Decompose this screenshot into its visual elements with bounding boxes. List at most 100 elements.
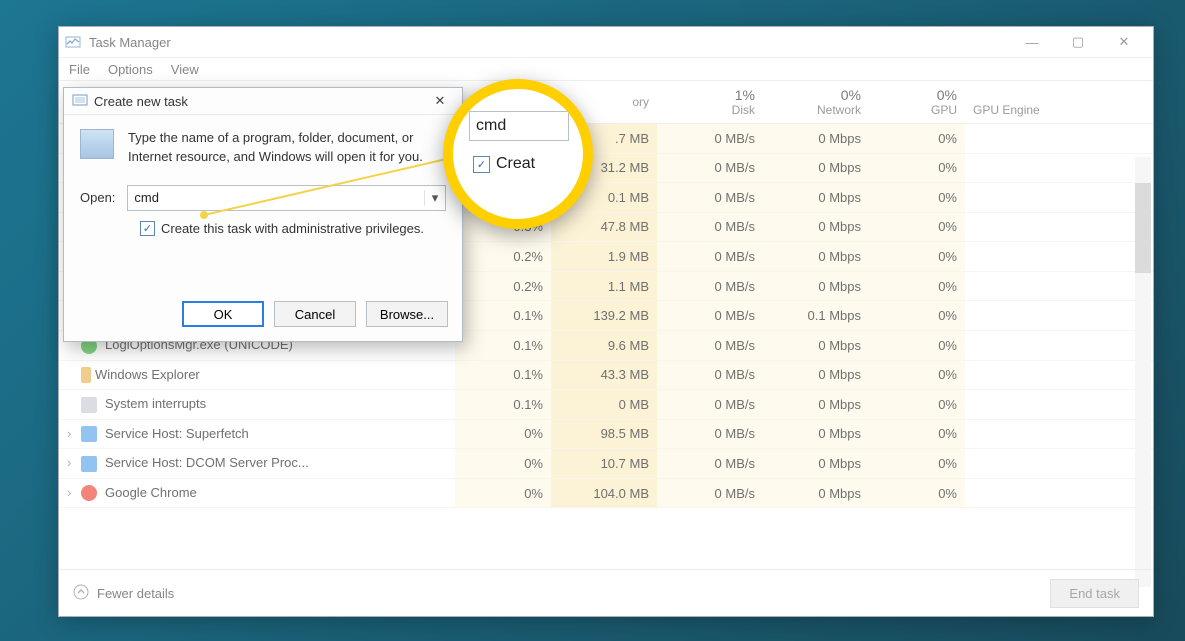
dialog-instruction-text: Type the name of a program, folder, docu… bbox=[128, 129, 446, 167]
process-name-cell[interactable]: ›Service Host: Superfetch bbox=[59, 419, 455, 449]
cell-mem: 104.0 MB bbox=[551, 478, 657, 508]
process-name-cell[interactable]: Windows Explorer bbox=[59, 360, 455, 390]
menu-file[interactable]: File bbox=[69, 62, 90, 77]
cell-cpu: 0.1% bbox=[455, 360, 551, 390]
cell-disk: 0 MB/s bbox=[657, 419, 763, 449]
table-row[interactable]: System interrupts0.1%0 MB0 MB/s0 Mbps0% bbox=[59, 390, 1153, 420]
cell-net: 0 Mbps bbox=[763, 330, 869, 360]
footer: Fewer details End task bbox=[59, 569, 1153, 616]
cell-mem: 47.8 MB bbox=[551, 212, 657, 242]
cell-gpu-engine bbox=[965, 419, 1153, 449]
close-button[interactable]: ✕ bbox=[1101, 27, 1147, 57]
maximize-button[interactable]: ▢ bbox=[1055, 27, 1101, 57]
task-manager-icon bbox=[65, 34, 81, 50]
cell-gpu-engine bbox=[965, 153, 1153, 183]
browse-button[interactable]: Browse... bbox=[366, 301, 448, 327]
menu-options[interactable]: Options bbox=[108, 62, 153, 77]
process-icon bbox=[81, 456, 97, 472]
cell-mem: 1.1 MB bbox=[551, 271, 657, 301]
cell-mem: 98.5 MB bbox=[551, 419, 657, 449]
process-name-cell[interactable]: › Service Host: DCOM Server Proc... bbox=[59, 449, 455, 479]
cell-cpu: 0.1% bbox=[455, 301, 551, 331]
expand-chevron-icon[interactable]: › bbox=[67, 455, 77, 470]
cell-disk: 0 MB/s bbox=[657, 390, 763, 420]
process-name-label: System interrupts bbox=[105, 396, 206, 411]
cell-gpu: 0% bbox=[869, 183, 965, 213]
cell-disk: 0 MB/s bbox=[657, 301, 763, 331]
cell-gpu: 0% bbox=[869, 330, 965, 360]
cell-mem: 43.3 MB bbox=[551, 360, 657, 390]
expand-chevron-icon[interactable]: › bbox=[67, 485, 77, 500]
chevron-up-icon bbox=[73, 584, 89, 603]
col-network[interactable]: 0%Network bbox=[763, 81, 869, 124]
cell-cpu: 0% bbox=[455, 419, 551, 449]
titlebar[interactable]: Task Manager ― ▢ ✕ bbox=[59, 27, 1153, 58]
cell-cpu: 0.2% bbox=[455, 242, 551, 272]
col-gpu[interactable]: 0%GPU bbox=[869, 81, 965, 124]
cell-disk: 0 MB/s bbox=[657, 124, 763, 154]
cell-net: 0 Mbps bbox=[763, 390, 869, 420]
table-row[interactable]: ›Service Host: DCOM Server Proc...0%10.7… bbox=[59, 449, 1153, 479]
cell-mem: 9.6 MB bbox=[551, 330, 657, 360]
cell-gpu: 0% bbox=[869, 242, 965, 272]
minimize-button[interactable]: ― bbox=[1009, 27, 1055, 57]
admin-privileges-label: Create this task with administrative pri… bbox=[161, 221, 424, 236]
cell-cpu: 0.1% bbox=[455, 330, 551, 360]
cell-cpu: 0% bbox=[455, 449, 551, 479]
menu-view[interactable]: View bbox=[171, 62, 199, 77]
cell-gpu-engine bbox=[965, 124, 1153, 154]
dialog-close-button[interactable]: ✕ bbox=[426, 93, 454, 109]
cell-net: 0 Mbps bbox=[763, 419, 869, 449]
create-new-task-dialog: Create new task ✕ Type the name of a pro… bbox=[63, 87, 463, 342]
fewer-details-toggle[interactable]: Fewer details bbox=[73, 584, 174, 603]
ok-button[interactable]: OK bbox=[182, 301, 264, 327]
cell-mem: 10.7 MB bbox=[551, 449, 657, 479]
table-row[interactable]: ›Service Host: Superfetch0%98.5 MB0 MB/s… bbox=[59, 419, 1153, 449]
process-icon bbox=[81, 397, 97, 413]
cell-gpu-engine bbox=[965, 242, 1153, 272]
expand-chevron-icon[interactable]: › bbox=[67, 426, 77, 441]
cell-gpu-engine bbox=[965, 449, 1153, 479]
open-combobox[interactable]: ▾ bbox=[127, 185, 446, 211]
process-name-cell[interactable]: System interrupts bbox=[59, 390, 455, 420]
cell-gpu-engine bbox=[965, 360, 1153, 390]
col-gpu-engine[interactable]: GPU Engine bbox=[965, 81, 1153, 124]
window-title: Task Manager bbox=[89, 35, 171, 50]
cell-net: 0.1 Mbps bbox=[763, 301, 869, 331]
cell-net: 0 Mbps bbox=[763, 360, 869, 390]
cell-disk: 0 MB/s bbox=[657, 242, 763, 272]
cell-disk: 0 MB/s bbox=[657, 330, 763, 360]
cell-net: 0 Mbps bbox=[763, 212, 869, 242]
process-name-cell[interactable]: ›Google Chrome bbox=[59, 478, 455, 508]
chevron-down-icon[interactable]: ▾ bbox=[424, 190, 445, 206]
cell-gpu-engine bbox=[965, 390, 1153, 420]
cell-disk: 0 MB/s bbox=[657, 212, 763, 242]
end-task-button[interactable]: End task bbox=[1050, 579, 1139, 608]
table-row[interactable]: Windows Explorer0.1%43.3 MB0 MB/s0 Mbps0… bbox=[59, 360, 1153, 390]
cell-disk: 0 MB/s bbox=[657, 449, 763, 479]
magnifier-checkbox-fragment: ✓ Creat bbox=[473, 155, 535, 173]
table-row[interactable]: ›Google Chrome0%104.0 MB0 MB/s0 Mbps0% bbox=[59, 478, 1153, 508]
cell-mem: 139.2 MB bbox=[551, 301, 657, 331]
fewer-details-label: Fewer details bbox=[97, 586, 174, 601]
cell-mem: 1.9 MB bbox=[551, 242, 657, 272]
cell-gpu: 0% bbox=[869, 449, 965, 479]
process-name-label: Service Host: DCOM Server Proc... bbox=[105, 455, 309, 470]
col-disk[interactable]: 1%Disk bbox=[657, 81, 763, 124]
scrollbar-thumb[interactable] bbox=[1135, 183, 1151, 273]
cell-gpu-engine bbox=[965, 301, 1153, 331]
cell-net: 0 Mbps bbox=[763, 153, 869, 183]
cell-net: 0 Mbps bbox=[763, 183, 869, 213]
process-icon bbox=[81, 367, 91, 383]
magnifier-open-input: cmd bbox=[469, 111, 569, 141]
dialog-titlebar[interactable]: Create new task ✕ bbox=[64, 88, 462, 115]
cell-disk: 0 MB/s bbox=[657, 271, 763, 301]
admin-privileges-checkbox-row[interactable]: ✓ Create this task with administrative p… bbox=[140, 221, 446, 236]
cancel-button[interactable]: Cancel bbox=[274, 301, 356, 327]
cell-net: 0 Mbps bbox=[763, 271, 869, 301]
cell-disk: 0 MB/s bbox=[657, 153, 763, 183]
cell-gpu-engine bbox=[965, 271, 1153, 301]
checkbox-checked-icon[interactable]: ✓ bbox=[140, 221, 155, 236]
cell-mem: 0 MB bbox=[551, 390, 657, 420]
dialog-title: Create new task bbox=[94, 94, 188, 109]
